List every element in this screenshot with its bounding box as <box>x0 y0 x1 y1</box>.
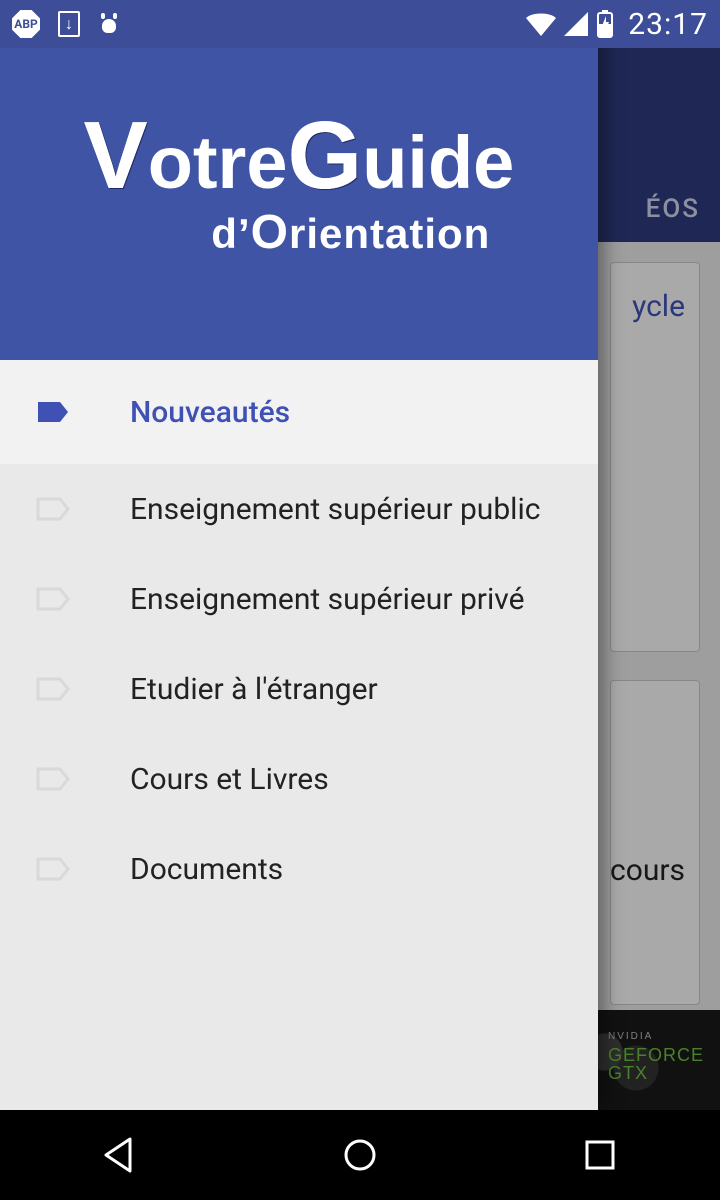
logo-letter-g: G <box>288 102 363 209</box>
logo-rientation: rientation <box>289 210 490 257</box>
logo-letter-v: V <box>84 102 148 209</box>
android-debug-icon <box>98 13 120 35</box>
status-clock: 23:17 <box>628 7 708 42</box>
logo-letter-o: O <box>251 206 289 259</box>
logo-line-1: VotreGuide <box>84 101 515 211</box>
tag-icon <box>36 587 70 611</box>
logo-d: d’ <box>211 210 250 257</box>
tag-icon <box>36 767 70 791</box>
drawer-list: Nouveautés Enseignement supérieur public… <box>0 360 598 1110</box>
device-frame: ÉOS ycle cours NVIDIA GEFORCE GTX ABP <box>0 0 720 1200</box>
abp-icon: ABP <box>12 10 40 38</box>
drawer-header: VotreGuide d’Orientation <box>0 0 598 360</box>
app-logo: VotreGuide d’Orientation <box>84 101 515 260</box>
drawer-item-label: Etudier à l'étranger <box>130 672 378 707</box>
system-nav-bar <box>0 1110 720 1200</box>
drawer-item-label: Nouveautés <box>130 395 290 430</box>
drawer-item-label: Enseignement supérieur public <box>130 492 540 527</box>
tag-icon <box>36 857 70 881</box>
nav-recents-button[interactable] <box>570 1125 630 1185</box>
nav-home-button[interactable] <box>330 1125 390 1185</box>
status-right: 23:17 <box>526 7 708 42</box>
drawer-item-nouveautes[interactable]: Nouveautés <box>0 360 598 464</box>
navigation-drawer: VotreGuide d’Orientation Nouveautés Ense… <box>0 0 598 1110</box>
status-left: ABP <box>12 10 120 38</box>
nav-back-button[interactable] <box>90 1125 150 1185</box>
cellular-icon <box>564 12 588 36</box>
wifi-icon <box>526 12 556 36</box>
tag-icon <box>36 677 70 701</box>
logo-line-2: d’Orientation <box>84 205 515 260</box>
tag-icon <box>36 400 70 424</box>
drawer-item-ens-prive[interactable]: Enseignement supérieur privé <box>0 554 598 644</box>
drawer-item-ens-public[interactable]: Enseignement supérieur public <box>0 464 598 554</box>
battery-charging-icon <box>596 10 614 38</box>
drawer-item-etranger[interactable]: Etudier à l'étranger <box>0 644 598 734</box>
drawer-item-label: Cours et Livres <box>130 762 329 797</box>
download-icon <box>58 11 80 37</box>
drawer-item-label: Documents <box>130 852 283 887</box>
drawer-item-documents[interactable]: Documents <box>0 824 598 914</box>
logo-otre: otre <box>148 121 288 204</box>
tag-icon <box>36 497 70 521</box>
drawer-item-cours-livres[interactable]: Cours et Livres <box>0 734 598 824</box>
drawer-item-label: Enseignement supérieur privé <box>130 582 525 617</box>
logo-uide: uide <box>362 121 514 204</box>
status-bar: ABP 23:17 <box>0 0 720 48</box>
